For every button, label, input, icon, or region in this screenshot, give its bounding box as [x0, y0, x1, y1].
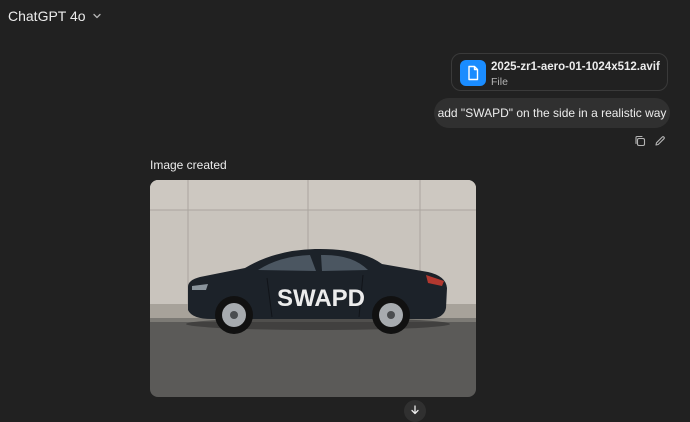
copy-icon[interactable] [634, 135, 646, 147]
file-attachment-card[interactable]: 2025-zr1-aero-01-1024x512.avif File [451, 53, 668, 91]
download-icon [411, 405, 419, 415]
pencil-icon[interactable] [654, 135, 666, 147]
image-created-label: Image created [150, 158, 227, 172]
download-button[interactable] [404, 400, 426, 422]
chevron-down-icon [92, 13, 101, 19]
file-name: 2025-zr1-aero-01-1024x512.avif [491, 61, 660, 73]
user-message-bubble: add "SWAPD" on the side in a realistic w… [434, 98, 670, 128]
file-type: File [491, 76, 508, 88]
file-icon [460, 60, 486, 86]
generated-image[interactable]: SWAPD [150, 180, 476, 397]
car-side-text: SWAPD [277, 285, 365, 312]
model-name: ChatGPT 4o [8, 8, 86, 24]
model-selector[interactable]: ChatGPT 4o [8, 6, 102, 26]
user-message-text: add "SWAPD" on the side in a realistic w… [437, 106, 667, 120]
